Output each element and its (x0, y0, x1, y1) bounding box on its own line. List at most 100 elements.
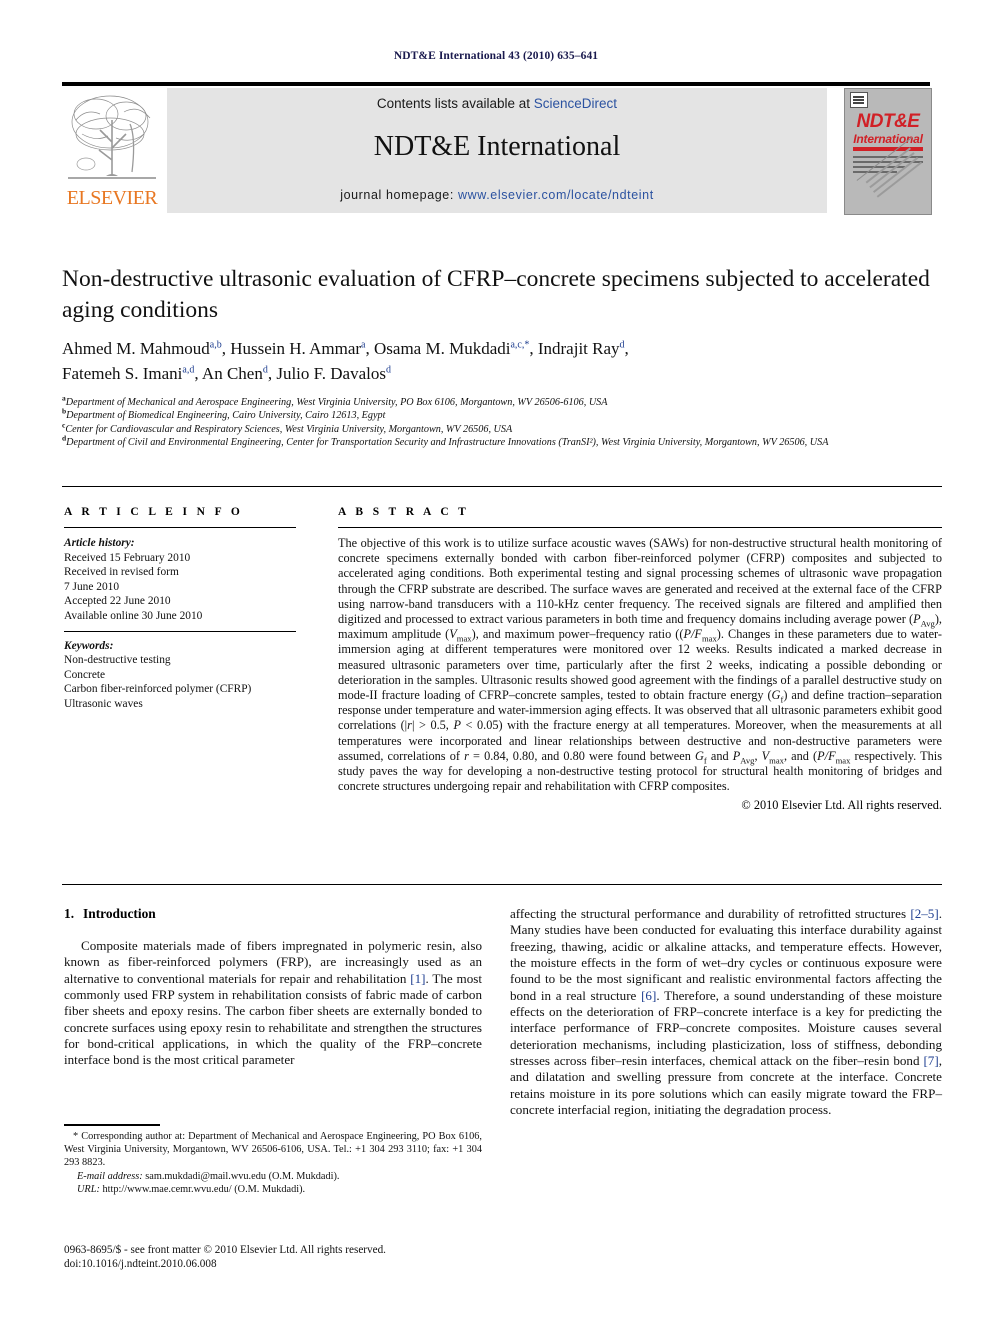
affiliation-item: bDepartment of Biomedical Engineering, C… (62, 408, 942, 422)
cover-title: NDT&E (856, 111, 920, 132)
article-history-label: Article history: (64, 537, 135, 549)
affiliation-list: aDepartment of Mechanical and Aerospace … (62, 394, 942, 449)
abstract-part: , and ( (783, 748, 818, 763)
affiliation-item: aDepartment of Mechanical and Aerospace … (62, 394, 942, 409)
author-affil-marker: a,b (209, 339, 222, 351)
author-affil-marker: a,d (182, 364, 195, 376)
abstract-part: ), and maximum power–frequency ratio (( (471, 627, 684, 642)
abstract-part: and (706, 748, 733, 763)
corresponding-author-note: * Corresponding author at: Department of… (64, 1131, 482, 1169)
journal-name: NDT&E International (373, 131, 621, 162)
section-heading-introduction: 1. Introduction (64, 906, 156, 922)
article-history-block: Article history: Received 15 February 20… (64, 536, 296, 624)
abstract-section-bottom-rule (62, 884, 942, 885)
abstract-text: The objective of this work is to utilize… (338, 536, 942, 794)
abstract-symbol: P (453, 718, 461, 733)
footnote-block: * Corresponding author at: Department of… (64, 1130, 482, 1196)
author-affil-marker: d (619, 339, 625, 351)
homepage-url-link[interactable]: www.elsevier.com/locate/ndteint (458, 188, 654, 202)
abstract-symbol: P (913, 612, 921, 627)
article-info-separator (64, 630, 296, 632)
author-affil-marker: d (385, 364, 391, 376)
keywords-block: Keywords: Non-destructive testing Concre… (64, 639, 296, 712)
abstract-part: , (754, 748, 762, 763)
imprint-block: 0963-8695/$ - see front matter © 2010 El… (64, 1243, 494, 1271)
section-number: 1. (64, 906, 75, 921)
abstract-part: | > 0.5, (411, 718, 454, 733)
affiliation-text: Center for Cardiovascular and Respirator… (65, 423, 513, 435)
running-head: NDT&E International 43 (2010) 635–641 (393, 50, 599, 62)
article-page: NDT&E International 43 (2010) 635–641 EL… (0, 0, 992, 1323)
homepage-prefix: journal homepage: (340, 188, 454, 202)
abstract-symbol: P/F (817, 748, 836, 763)
abstract-rule (338, 527, 942, 528)
abstract-symbol: V (449, 627, 457, 642)
affiliation-text: Department of Mechanical and Aerospace E… (65, 397, 608, 408)
contents-prefix: Contents lists available at (376, 96, 531, 111)
journal-cover-thumbnail: NDT&E International (844, 88, 932, 215)
author-name: Julio F. Davalos (276, 364, 386, 383)
keyword-item: Concrete (64, 668, 106, 681)
author-list: Ahmed M. Mahmouda,b, Hussein H. Ammara, … (62, 339, 629, 383)
paragraph-part: affecting the structural performance and… (510, 906, 911, 921)
affiliation-text: Department of Civil and Environmental En… (66, 436, 829, 448)
paragraph: Composite materials made of fibers impre… (64, 938, 482, 1069)
article-info-heading: A R T I C L E I N F O (64, 506, 244, 518)
doi-line: doi:10.1016/j.ndteint.2010.06.008 (64, 1258, 217, 1270)
article-info-rule (64, 527, 296, 528)
elsevier-wordmark: ELSEVIER (66, 187, 158, 209)
elsevier-tree-icon (68, 95, 156, 179)
citation-link[interactable]: [6] (641, 988, 656, 1003)
elsevier-logo: ELSEVIER (62, 88, 162, 213)
abstract-symbol: P/F (683, 627, 702, 642)
keyword-item: Carbon fiber-reinforced polymer (CFRP) (64, 683, 252, 696)
history-item: Received in revised form (64, 566, 179, 579)
masthead-top-rule (62, 82, 930, 86)
citation-link[interactable]: [7] (923, 1053, 938, 1068)
abstract-copyright: © 2010 Elsevier Ltd. All rights reserved… (741, 798, 942, 813)
citation-link[interactable]: [2–5] (910, 906, 938, 921)
footnote-rule (64, 1124, 160, 1126)
abstract-part: = 0.84, 0.80, and 0.80 were found betwee… (468, 748, 695, 763)
keyword-item: Non-destructive testing (64, 654, 171, 667)
abstract-column: A B S T R A C T The objective of this wo… (338, 506, 942, 813)
author-affil-marker: a,c,* (510, 339, 530, 351)
affiliation-text: Department of Biomedical Engineering, Ca… (66, 410, 386, 422)
history-item: 7 June 2010 (64, 580, 120, 593)
citation-link[interactable]: [1] (410, 971, 425, 986)
contents-available-line: Contents lists available at ScienceDirec… (167, 96, 827, 111)
author-name: Hussein H. Ammar (230, 339, 362, 358)
body-column-right: affecting the structural performance and… (510, 906, 942, 1118)
history-item: Available online 30 June 2010 (64, 609, 203, 622)
email-value[interactable]: sam.mukdadi@mail.wvu.edu (O.M. Mukdadi). (145, 1171, 339, 1182)
url-value[interactable]: http://www.mae.cemr.wvu.edu/ (O.M. Mukda… (102, 1184, 305, 1195)
keywords-label: Keywords: (64, 639, 114, 652)
history-item: Accepted 22 June 2010 (64, 595, 171, 608)
journal-homepage-line: journal homepage: www.elsevier.com/locat… (167, 188, 827, 202)
author-name: Osama M. Mukdadi (374, 339, 511, 358)
author-affil-marker: d (262, 364, 268, 376)
keyword-item: Ultrasonic waves (64, 697, 143, 710)
affiliation-item: dDepartment of Civil and Environmental E… (62, 434, 942, 449)
journal-masthead: ELSEVIER Contents lists available at Sci… (62, 82, 932, 215)
email-label: E-mail address: (77, 1170, 143, 1182)
article-info-column: A R T I C L E I N F O Article history: R… (64, 506, 296, 712)
author-name: Fatemeh S. Imani (62, 364, 183, 383)
history-item: Received 15 February 2010 (64, 551, 191, 564)
abstract-symbol: G (694, 748, 704, 763)
author-affil-marker: a (361, 339, 366, 351)
author-name: Ahmed M. Mahmoud (62, 339, 210, 358)
url-note: URL: http://www.mae.cemr.wvu.edu/ (O.M. … (64, 1183, 482, 1196)
cover-elsevier-mark-icon (850, 92, 868, 108)
body-column-left: Composite materials made of fibers impre… (64, 938, 482, 1069)
affiliation-item: cCenter for Cardiovascular and Respirato… (62, 421, 942, 436)
email-note: E-mail address: sam.mukdadi@mail.wvu.edu… (64, 1170, 482, 1183)
sciencedirect-link[interactable]: ScienceDirect (534, 96, 617, 111)
abstract-heading: A B S T R A C T (338, 506, 470, 518)
issn-line: 0963-8695/$ - see front matter © 2010 El… (64, 1244, 386, 1256)
paragraph: affecting the structural performance and… (510, 906, 942, 1118)
section-label: Introduction (83, 906, 156, 921)
cover-subtitle: International (853, 132, 923, 146)
abstract-part: The objective of this work is to utilize… (338, 536, 942, 627)
page-title: Non-destructive ultrasonic evaluation of… (62, 266, 930, 323)
